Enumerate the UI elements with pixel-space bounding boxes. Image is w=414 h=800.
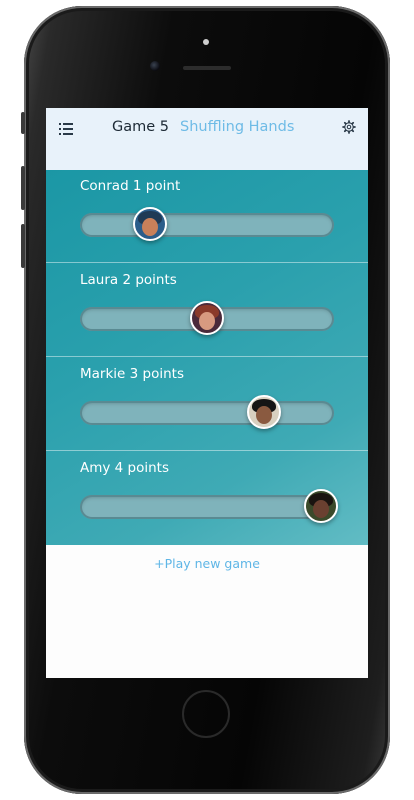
score-slider-track[interactable] [80,401,334,425]
player-score-label: Conrad 1 point [80,178,181,194]
player-score-label: Amy 4 points [80,460,170,476]
list-menu-icon[interactable] [59,123,73,135]
home-button[interactable] [182,690,230,738]
avatar[interactable] [304,489,338,523]
volume-down-button [21,224,25,268]
avatar[interactable] [247,395,281,429]
mute-switch [21,112,25,134]
player-row: Laura 2 points [46,264,368,357]
avatar[interactable] [190,301,224,335]
app-header: Game 5 Shuffling Hands [46,108,368,170]
player-row: Amy 4 points [46,452,368,545]
app-screen: Game 5 Shuffling Hands Conrad 1 point La… [46,108,368,678]
player-score-label: Markie 3 points [80,366,184,382]
player-row: Markie 3 points [46,358,368,451]
play-new-game-button[interactable]: +Play new game [46,556,368,571]
scoreboard: Conrad 1 point Laura 2 points Markie 3 p… [46,170,368,545]
score-slider-track[interactable] [80,213,334,237]
game-number-label: Game 5 [112,119,170,135]
mode-label[interactable]: Shuffling Hands [180,119,294,135]
score-slider-track[interactable] [80,495,334,519]
earpiece-speaker [183,66,231,70]
player-score-label: Laura 2 points [80,272,177,288]
player-row: Conrad 1 point [46,170,368,263]
gear-icon[interactable] [342,120,356,134]
avatar[interactable] [133,207,167,241]
front-camera [150,61,160,71]
volume-up-button [21,166,25,210]
proximity-sensor [203,39,209,45]
